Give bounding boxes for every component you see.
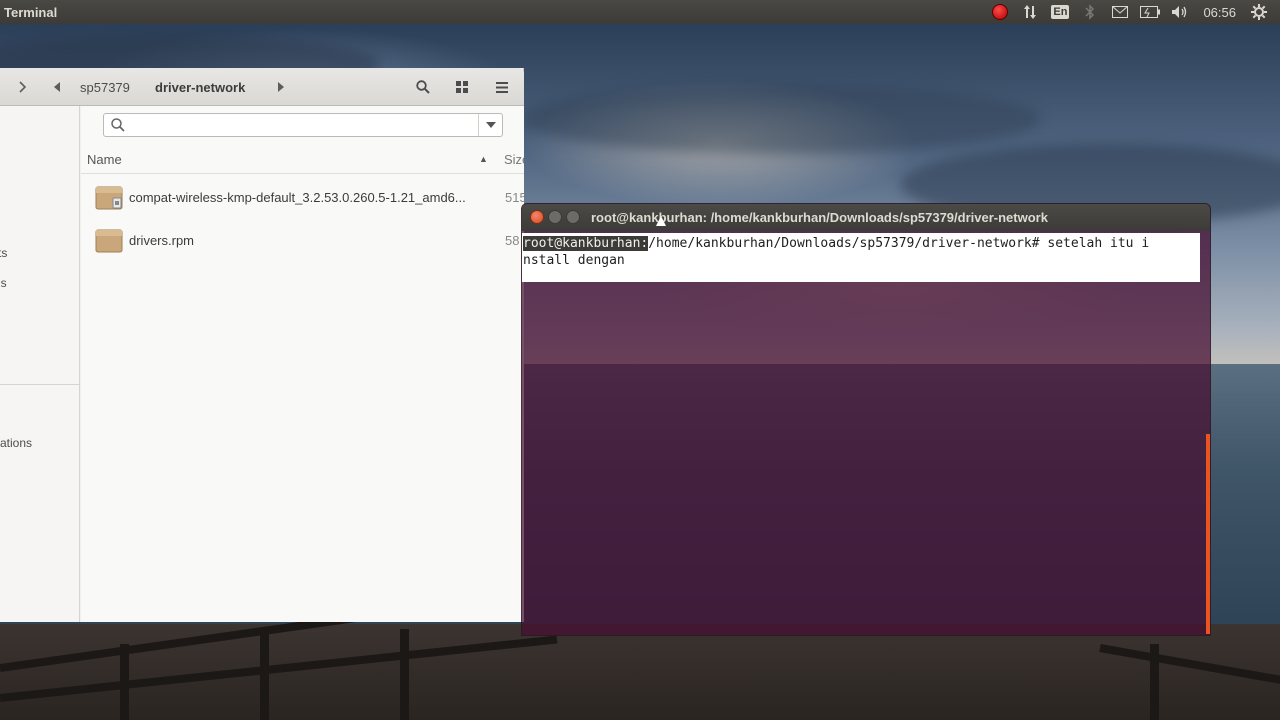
- maximize-icon[interactable]: [566, 210, 580, 224]
- grid-view-button[interactable]: [448, 76, 476, 98]
- bluetooth-icon[interactable]: [1075, 0, 1105, 24]
- wallpaper-pier-post: [1150, 644, 1159, 720]
- chevron-down-icon: [485, 122, 496, 128]
- sidebar-item-fragment[interactable]: ts: [0, 246, 7, 260]
- file-name: drivers.rpm: [129, 233, 195, 248]
- terminal-command-text: setelah itu i: [1039, 236, 1150, 251]
- clock[interactable]: 06:56: [1195, 0, 1244, 24]
- sidebar-item-other-locations[interactable]: ations: [0, 436, 32, 450]
- search-input[interactable]: [132, 116, 472, 134]
- file-name: compat-wireless-kmp-default_3.2.53.0.260…: [129, 190, 466, 205]
- minimize-icon[interactable]: [548, 210, 562, 224]
- terminal-line-1: root@kankburhan:/home/kankburhan/Downloa…: [523, 235, 1149, 252]
- volume-icon[interactable]: [1165, 0, 1195, 24]
- file-row[interactable]: drivers.rpm 58: [81, 223, 524, 259]
- search-bar: [103, 113, 503, 137]
- keyboard-layout-label: En: [1051, 5, 1070, 19]
- keyboard-layout-icon[interactable]: En: [1045, 0, 1075, 24]
- record-indicator-icon[interactable]: [985, 0, 1015, 24]
- search-icon: [111, 118, 125, 132]
- wallpaper-pier-post: [400, 629, 409, 720]
- wallpaper-cloud: [520, 84, 1040, 154]
- file-manager-sidebar: ts ls ations: [0, 106, 80, 622]
- breadcrumb-sp57379[interactable]: sp57379: [80, 68, 130, 106]
- network-transfer-icon[interactable]: [1015, 0, 1045, 24]
- terminal-line-2: nstall dengan: [523, 253, 625, 268]
- sort-ascending-icon[interactable]: ▲: [479, 154, 488, 164]
- forward-nav-button[interactable]: [10, 68, 36, 106]
- search-options-dropdown[interactable]: [478, 114, 502, 136]
- package-archive-icon: [95, 229, 123, 253]
- file-manager-window: sp57379 driver-network ts ls ations Nam: [0, 68, 524, 622]
- package-archive-icon: [95, 186, 123, 210]
- hamburger-menu-icon: [496, 81, 508, 93]
- terminal-scroll-indicator[interactable]: [1206, 434, 1210, 634]
- chevron-right-icon: [19, 81, 27, 93]
- breadcrumb-left-button[interactable]: [46, 68, 68, 106]
- column-header-row: Name ▲ Size: [81, 146, 524, 174]
- wallpaper-pier-post: [260, 634, 269, 720]
- top-panel: Terminal En 06:56: [0, 0, 1280, 24]
- triangle-left-icon: [53, 82, 60, 92]
- terminal-prompt-path: /home/kankburhan/Downloads/sp57379/drive…: [648, 236, 1040, 251]
- sidebar-item-fragment[interactable]: ls: [0, 276, 7, 290]
- mail-icon[interactable]: [1105, 0, 1135, 24]
- column-header-size[interactable]: Size: [504, 152, 524, 167]
- breadcrumb-driver-network[interactable]: driver-network: [155, 68, 245, 106]
- breadcrumb-right-button[interactable]: [270, 68, 290, 106]
- terminal-window[interactable]: root@kankburhan: /home/kankburhan/Downlo…: [521, 203, 1211, 636]
- file-manager-header: sp57379 driver-network: [0, 68, 524, 106]
- menu-button[interactable]: [488, 76, 516, 98]
- settings-gear-icon[interactable]: [1244, 0, 1274, 24]
- file-row[interactable]: compat-wireless-kmp-default_3.2.53.0.260…: [81, 180, 524, 216]
- search-button[interactable]: [409, 76, 437, 98]
- search-icon: [416, 80, 430, 94]
- system-tray: En 06:56: [985, 0, 1274, 24]
- terminal-prompt-user: root@kankburhan:: [523, 236, 649, 251]
- triangle-right-icon: [277, 82, 284, 92]
- terminal-output[interactable]: root@kankburhan:/home/kankburhan/Downloa…: [522, 231, 1210, 635]
- file-size: 515: [505, 190, 524, 205]
- grid-icon: [456, 81, 468, 93]
- file-size: 58: [505, 233, 520, 248]
- terminal-titlebar[interactable]: root@kankburhan: /home/kankburhan/Downlo…: [522, 204, 1210, 231]
- sidebar-divider: [0, 384, 80, 385]
- column-header-name[interactable]: Name: [87, 152, 122, 167]
- wallpaper-pier-post: [120, 644, 129, 720]
- file-list-pane: Name ▲ Size compat-wireless-kmp-default_…: [81, 106, 524, 622]
- active-app-title: Terminal: [4, 4, 58, 20]
- close-icon[interactable]: [530, 210, 544, 224]
- battery-icon[interactable]: [1135, 0, 1165, 24]
- mouse-cursor-icon: [656, 216, 666, 226]
